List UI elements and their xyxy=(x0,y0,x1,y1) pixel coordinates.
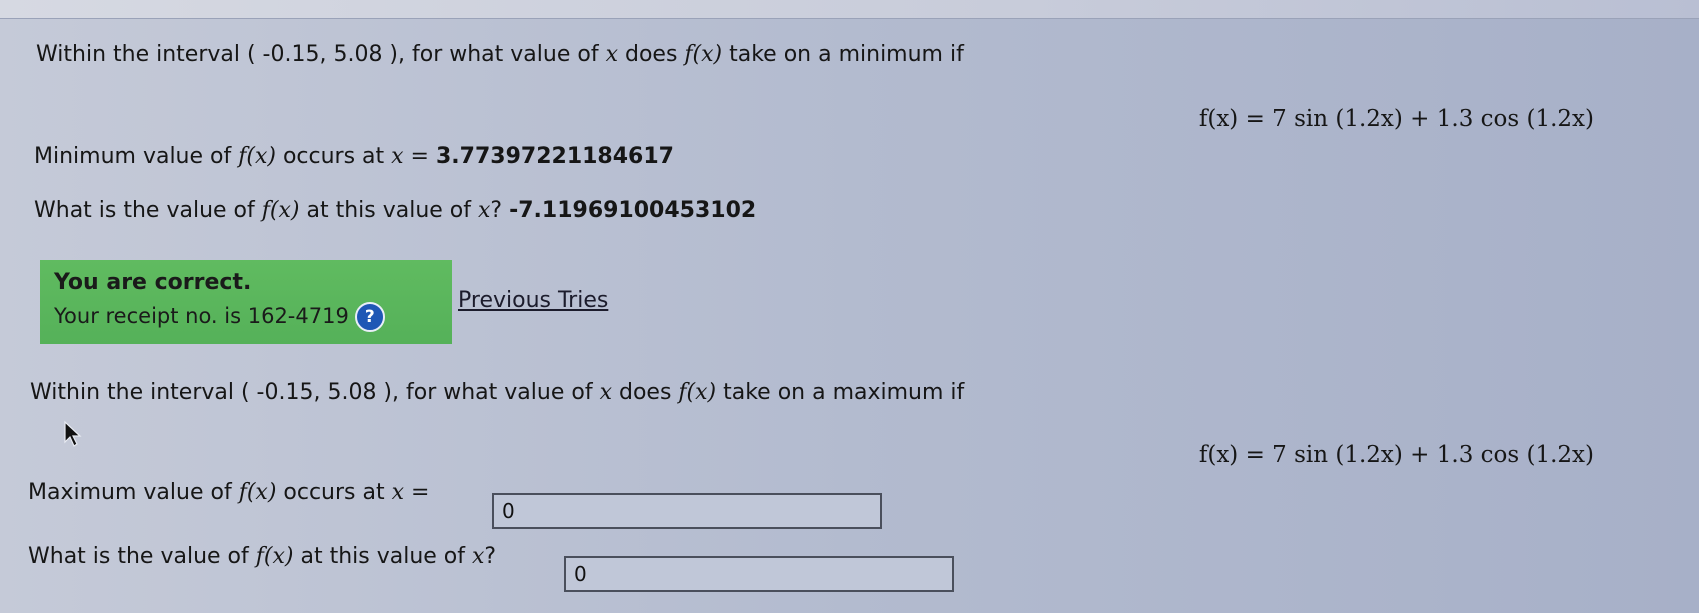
q2-formula: f(x) = 7 sin (1.2x) + 1.3 cos (1.2x) xyxy=(1198,442,1594,468)
q2-prompt-fx: f(x) xyxy=(678,380,717,405)
q2-value-label-a: What is the value of xyxy=(28,544,256,569)
q2-value-fx: f(x) xyxy=(255,544,294,569)
feedback-receipt-text: Your receipt no. is 162-4719 xyxy=(54,304,349,328)
q2-prompt-part-b: does xyxy=(611,380,679,405)
max-x-input[interactable] xyxy=(492,493,882,529)
q2-max-eq: x = xyxy=(391,480,430,505)
q1-formula: f(x) = 7 sin (1.2x) + 1.3 cos (1.2x) xyxy=(1198,106,1594,132)
q1-value-label-b: at this value of xyxy=(299,198,478,223)
q2-prompt-part-a: Within the interval ( -0.15, 5.08 ), for… xyxy=(30,380,600,405)
q1-prompt-part-c: take on a minimum if xyxy=(722,42,964,67)
q1-min-answer: 3.77397221184617 xyxy=(436,144,674,169)
q1-min-label-b: occurs at xyxy=(275,144,392,169)
q1-prompt: Within the interval ( -0.15, 5.08 ), for… xyxy=(36,42,964,67)
top-bar xyxy=(0,0,1699,19)
q1-value-fx: f(x) xyxy=(261,198,300,223)
q1-value-label-c: ? xyxy=(490,198,503,223)
help-circle-icon[interactable]: ? xyxy=(354,302,385,332)
q1-prompt-part-b: does xyxy=(617,42,685,67)
q2-max-label-b: occurs at xyxy=(276,480,392,505)
previous-tries-link[interactable]: Previous Tries xyxy=(458,288,608,313)
q1-prompt-part-a: Within the interval ( -0.15, 5.08 ), for… xyxy=(36,42,606,67)
q1-prompt-var-x: x xyxy=(605,42,618,67)
q1-min-fx: f(x) xyxy=(238,144,276,169)
q2-max-line: Maximum value of f(x) occurs at x = xyxy=(28,480,429,505)
problem-page: Within the interval ( -0.15, 5.08 ), for… xyxy=(0,18,1699,613)
q1-min-line: Minimum value of f(x) occurs at x = 3.77… xyxy=(34,144,674,169)
q2-prompt-var-x: x xyxy=(599,380,612,405)
q2-value-label-c: ? xyxy=(484,544,497,569)
q1-value-answer: -7.11969100453102 xyxy=(509,198,757,223)
q1-value-var-x: x xyxy=(477,198,491,223)
q2-max-label-a: Maximum value of xyxy=(28,480,239,505)
q1-min-eq: x = xyxy=(391,144,429,169)
feedback-receipt-line: Your receipt no. is 162-4719? xyxy=(54,302,385,332)
q2-prompt-part-c: take on a maximum if xyxy=(716,380,965,405)
q1-value-line: What is the value of f(x) at this value … xyxy=(34,198,756,223)
max-value-input[interactable] xyxy=(564,556,954,592)
q2-value-var-x: x xyxy=(471,544,485,569)
q1-prompt-fx: f(x) xyxy=(684,42,723,67)
q2-max-fx: f(x) xyxy=(238,480,277,505)
correct-feedback-box: You are correct. Your receipt no. is 162… xyxy=(40,260,452,344)
mouse-pointer-icon xyxy=(62,420,84,452)
q2-value-label-b: at this value of xyxy=(293,544,472,569)
q2-prompt: Within the interval ( -0.15, 5.08 ), for… xyxy=(30,380,964,405)
q1-min-label-a: Minimum value of xyxy=(34,144,239,169)
feedback-correct-text: You are correct. xyxy=(54,270,252,295)
q1-value-label-a: What is the value of xyxy=(34,198,262,223)
q2-value-line: What is the value of f(x) at this value … xyxy=(28,544,496,569)
